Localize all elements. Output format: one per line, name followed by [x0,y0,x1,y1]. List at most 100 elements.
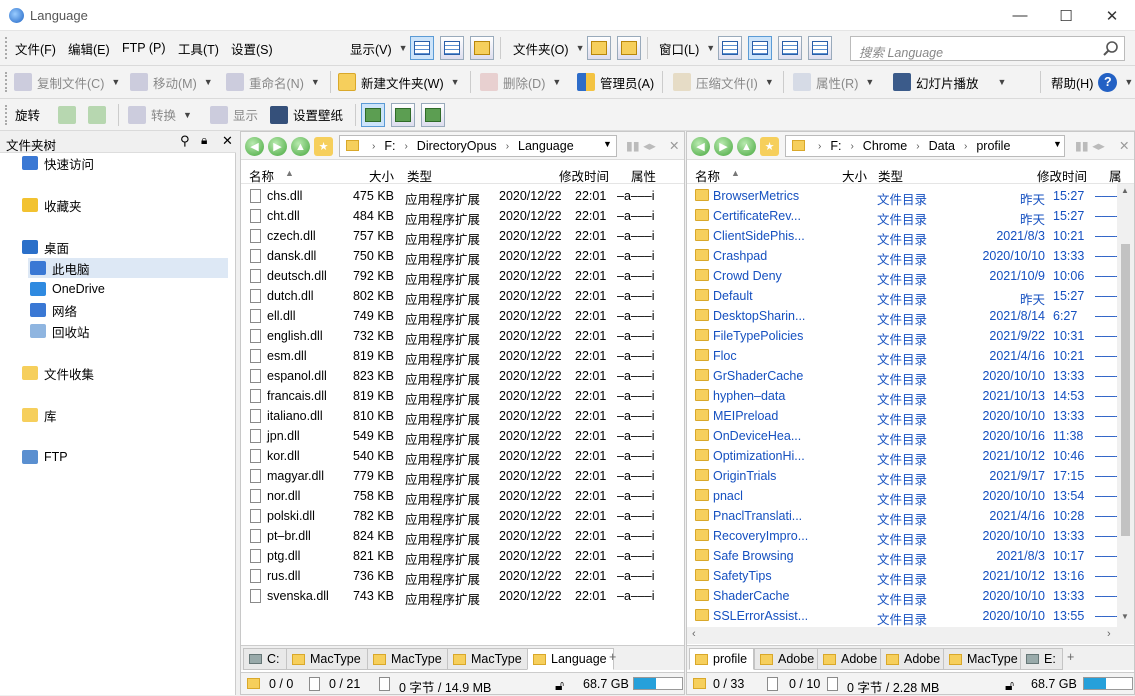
back-icon[interactable]: ◀ [691,137,710,156]
new-folder-button[interactable]: 新建文件夹(W) ▼ [338,66,460,98]
file-row[interactable]: nor.dll 758 KB 应用程序扩展 2020/12/22 22:01 –a–––i [241,486,684,507]
breadcrumb-segment[interactable]: F: [830,139,841,153]
menu-tools[interactable]: 工具(T) [178,31,219,65]
view-details-button[interactable] [410,36,434,60]
file-row[interactable]: czech.dll 757 KB 应用程序扩展 2020/12/22 22:01 –a––… [241,226,684,247]
tree-item[interactable]: 桌面 [22,237,69,257]
folder-tab[interactable]: Adobe [817,648,885,670]
file-row[interactable]: francais.dll 819 KB 应用程序扩展 2020/12/22 22:01–… [241,386,684,407]
file-row[interactable]: chs.dll 475 KB 应用程序扩展 2020/12/22 22:01 –a–––i [241,186,684,207]
file-row[interactable]: deutsch.dll 792 KB 应用程序扩展 2020/12/22 22:01 –a… [241,266,684,287]
add-tab-icon[interactable]: + [609,650,616,664]
folder-row[interactable]: SafetyTips文件目录2021/10/1213:16–––– [687,566,1117,587]
file-row[interactable]: kor.dll 540 KB 应用程序扩展 2020/12/22 22:01 –a–––i [241,446,684,467]
rotate-right-button[interactable] [88,99,106,130]
folder-row[interactable]: OnDeviceHea...文件目录2020/10/1611:38–––– [687,426,1117,447]
vertical-scrollbar[interactable]: ▲ ▼ [1117,184,1134,628]
breadcrumb-segment[interactable]: Data [929,139,955,153]
layout-tree-button[interactable] [778,36,802,60]
back-icon[interactable]: ◀ [245,137,264,156]
folder-row[interactable]: DesktopSharin...文件目录2021/8/146:27–––– [687,306,1117,327]
tree-item[interactable]: 快速访问 [22,153,94,173]
folder-tab[interactable]: MacType [367,648,449,670]
col-name[interactable]: 名称 [695,166,720,185]
file-row[interactable]: esm.dll 819 KB 应用程序扩展 2020/12/22 22:01 –a–––i [241,346,684,367]
search-input[interactable]: 搜索 Language [859,42,943,61]
folder-tab[interactable]: C: [243,648,287,670]
minimize-button[interactable]: — [997,0,1043,31]
tree-item[interactable]: 库 [22,405,57,425]
window-menu[interactable]: 窗口(L) ▼ [659,31,715,65]
right-breadcrumb[interactable]: › F: › Chrome › Data › profile [785,135,1065,157]
right-column-header[interactable]: 名称 ▲ 大小 类型 修改时间 属 [687,161,1134,184]
chevron-down-icon[interactable]: ▼ [1053,139,1062,149]
folder-row[interactable]: ShaderCache文件目录2020/10/1013:33–––– [687,586,1117,607]
rename-button[interactable]: 重命名(N) ▼ [226,66,320,98]
folder-tabs-button[interactable] [587,36,611,60]
add-tab-icon[interactable]: + [1067,650,1074,664]
menu-edit[interactable]: 编辑(E) [68,31,110,65]
horizontal-scrollbar[interactable]: ‹ › [687,627,1134,644]
file-row[interactable]: polski.dll 782 KB 应用程序扩展 2020/12/22 22:01 –a–… [241,506,684,527]
chevron-left-icon[interactable]: ‹ [692,628,696,640]
file-row[interactable]: rus.dll 736 KB 应用程序扩展 2020/12/22 22:01 –a–––i [241,566,684,587]
col-attr[interactable]: 属 [1109,166,1122,185]
display-menu[interactable]: 显示(V) ▼ [350,31,408,65]
folder-row[interactable]: GrShaderCache文件目录2020/10/1013:33–––– [687,366,1117,387]
tree-item[interactable]: 网络 [30,300,77,320]
folder-tab[interactable]: Language [527,648,614,670]
file-row[interactable]: dansk.dll 750 KB 应用程序扩展 2020/12/22 22:01 –a––… [241,246,684,267]
folder-tab[interactable]: MacType [943,648,1025,670]
file-row[interactable]: dutch.dll 802 KB 应用程序扩展 2020/12/22 22:01 –a––… [241,286,684,307]
breadcrumb-segment[interactable]: Chrome [863,139,907,153]
pane-controls-icon[interactable]: ▮▮ ◂▸ [1075,138,1105,153]
search-box[interactable]: 搜索 Language [850,36,1125,61]
tree-item[interactable]: 此电脑 [28,258,228,278]
folder-row[interactable]: Crashpad文件目录2020/10/1013:33–––– [687,246,1117,267]
chevron-down-icon[interactable]: ▼ [1121,612,1129,621]
folder-row[interactable]: ClientSidePhis...文件目录2021/8/310:21–––– [687,226,1117,247]
close-icon[interactable]: ✕ [669,138,679,153]
search-icon[interactable]: ⚲ [180,133,190,149]
folder-row[interactable]: FileTypePolicies文件目录2021/9/2210:31–––– [687,326,1117,347]
set-wallpaper-button[interactable]: 设置壁纸 [270,99,343,130]
image-view-button-1[interactable] [361,103,385,127]
tree-item[interactable]: FTP [22,447,68,467]
properties-button[interactable]: 属性(R) ▼ [793,66,874,98]
col-attr[interactable]: 属性 [631,166,656,185]
folder-tab[interactable]: MacType [286,648,368,670]
rotate-left-button[interactable] [58,99,76,130]
file-row[interactable]: italiano.dll 810 KB 应用程序扩展 2020/12/22 22:01–… [241,406,684,427]
file-row[interactable]: jpn.dll 549 KB 应用程序扩展 2020/12/22 22:01 –a–––i [241,426,684,447]
tree-item[interactable]: 收藏夹 [22,195,82,215]
scrollbar-thumb[interactable] [1121,244,1130,536]
folder-tab[interactable]: E: [1020,648,1063,670]
file-row[interactable]: ell.dll 749 KB 应用程序扩展 2020/12/22 22:01 –a–––i [241,306,684,327]
folder-row[interactable]: Safe Browsing文件目录2021/8/310:17–––– [687,546,1117,567]
file-row[interactable]: english.dll 732 KB 应用程序扩展 2020/12/22 22:01 –a… [241,326,684,347]
folder-row[interactable]: Crowd Deny文件目录2021/10/910:06–––– [687,266,1117,287]
col-name[interactable]: 名称 [249,166,274,185]
admin-button[interactable]: 管理员(A) [577,66,654,98]
file-row[interactable]: ptg.dll 821 KB 应用程序扩展 2020/12/22 22:01 –a–––i [241,546,684,567]
col-size[interactable]: 大小 [842,166,867,185]
close-icon[interactable]: ✕ [1119,138,1129,153]
chevron-up-icon[interactable]: ▲ [1121,186,1129,195]
tree-item[interactable]: OneDrive [30,279,105,299]
layout-single-button[interactable] [718,36,742,60]
folder-row[interactable]: SSLErrorAssist... 文件目录 2020/10/10 13:55 –––– [687,606,1117,626]
forward-icon[interactable]: ▶ [714,137,733,156]
breadcrumb-segment[interactable]: F: [384,139,395,153]
copy-files-button[interactable]: 复制文件(C) ▼ [14,66,120,98]
file-row[interactable]: espanol.dll 823 KB 应用程序扩展 2020/12/22 22:01 –a… [241,366,684,387]
col-modified[interactable]: 修改时间 [559,166,609,185]
help-button[interactable]: 帮助(H)? ▼ [1051,66,1133,98]
tree-item[interactable]: 文件收集 [22,363,94,383]
up-icon[interactable]: ▲ [291,137,310,156]
col-size[interactable]: 大小 [369,166,394,185]
folder-dual-button[interactable] [617,36,641,60]
rotate-button[interactable]: 旋转 [15,99,40,130]
lock-icon[interactable]: 🔒︎ [201,133,207,148]
left-column-header[interactable]: 名称 ▲ 大小 类型 修改时间 属性 [241,161,684,184]
tree-item[interactable]: 回收站 [30,321,90,341]
